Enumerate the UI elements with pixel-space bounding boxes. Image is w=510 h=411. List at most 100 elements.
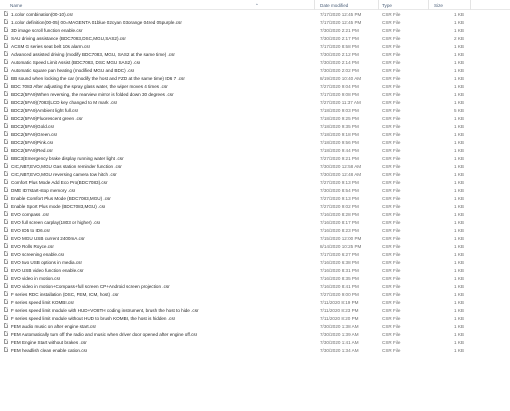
- file-date-modified: 7/30/2020 2:12 PM: [320, 51, 359, 57]
- file-type: CSR File: [382, 163, 401, 169]
- file-row[interactable]: F series speed limit KOMBI.csr 7/11/2020 …: [0, 298, 510, 306]
- file-icon: [4, 323, 8, 328]
- file-row[interactable]: Automatic Speed Limit Assist (BDC7083, D…: [0, 58, 510, 66]
- file-type: CSR File: [382, 171, 401, 177]
- file-row[interactable]: FEM Engine Start without brakes .csr 7/30…: [0, 338, 510, 346]
- file-size: 1 KB: [454, 339, 464, 345]
- file-icon: [4, 187, 8, 192]
- file-type: CSR File: [382, 123, 401, 129]
- file-row[interactable]: BDC2(5FA9)Gold.csr 7/18/2020 9:35 PM CSR F…: [0, 122, 510, 130]
- file-row[interactable]: 1.color combination(00-10).csr 7/17/2020 …: [0, 10, 510, 18]
- file-row[interactable]: BDC2(5FA9)When reversing, the rearview m…: [0, 90, 510, 98]
- file-row[interactable]: FEM Automatically turn off the radio and…: [0, 330, 510, 338]
- file-row[interactable]: EVO video in motion+Compass+full screen …: [0, 282, 510, 290]
- file-row[interactable]: Comfort Plus Mode Add Eco Pro(BDC7083).c…: [0, 178, 510, 186]
- file-icon: [4, 227, 8, 232]
- file-row[interactable]: CIC,NBT,EVO,MGU reversing camera tow hit…: [0, 170, 510, 178]
- file-row[interactable]: 1.color definition(00-05) 00=MAGENTA 01b…: [0, 18, 510, 26]
- file-row[interactable]: F series RDC installation (DSC, FEM, ICM…: [0, 290, 510, 298]
- file-type: CSR File: [382, 115, 401, 121]
- file-type: CSR File: [382, 147, 401, 153]
- file-type: CSR File: [382, 83, 401, 89]
- file-row[interactable]: F series speed limit module without HUD …: [0, 314, 510, 322]
- file-name: CIC,NBT,EVO,MGU reversing camera tow hit…: [11, 171, 117, 177]
- file-row[interactable]: BBC3(Emergency brake display running wat…: [0, 154, 510, 162]
- file-icon: [4, 243, 8, 248]
- file-row[interactable]: BDC2(5FA9)Red.csr 7/18/2020 9:44 PM CSR Fi…: [0, 146, 510, 154]
- file-row[interactable]: SAU driving assistance (BDC7083,DSC,MGU,…: [0, 34, 510, 42]
- file-row[interactable]: F series speed limit module with HUD+VO8…: [0, 306, 510, 314]
- file-date-modified: 7/17/2020 6:27 PM: [320, 251, 359, 257]
- column-header-name[interactable]: Name: [10, 3, 22, 8]
- file-date-modified: 7/11/2020 8:19 PM: [320, 299, 359, 305]
- file-row[interactable]: BDC2(5FA9)Green.csr 7/18/2020 9:18 PM CSR …: [0, 130, 510, 138]
- file-size: 1 KB: [454, 291, 464, 297]
- file-row[interactable]: BDC2(5FA9)Ambient light full.csr 7/18/202…: [0, 106, 510, 114]
- file-icon: [4, 339, 8, 344]
- file-row[interactable]: Automatic square pan heating (modified M…: [0, 66, 510, 74]
- file-row[interactable]: BDC2(5FA9)Fluorescent green .csr 7/18/202…: [0, 114, 510, 122]
- file-row[interactable]: BDC2(5FA9)(7083)LCD key changed to M mar…: [0, 98, 510, 106]
- file-row[interactable]: DME ID7start-stop memory .csr 7/30/2020 8…: [0, 186, 510, 194]
- file-date-modified: 7/17/2020 12:45 PM: [320, 19, 362, 25]
- column-divider[interactable]: [428, 0, 429, 10]
- file-row[interactable]: EVO two USB options in media.csr 7/16/202…: [0, 258, 510, 266]
- file-row[interactable]: BB sound when locking the car (modify th…: [0, 74, 510, 82]
- file-date-modified: 7/17/2020 8:58 PM: [320, 43, 359, 49]
- chevron-up-icon[interactable]: ⌃: [255, 3, 259, 9]
- file-date-modified: 7/27/2020 9:13 PM: [320, 179, 359, 185]
- file-type: CSR File: [382, 43, 401, 49]
- column-divider[interactable]: [470, 0, 471, 10]
- file-size: 1 KB: [454, 203, 464, 209]
- column-header-date-modified[interactable]: Date modified: [320, 3, 348, 8]
- file-size: 1 KB: [454, 267, 464, 273]
- file-type: CSR File: [382, 339, 401, 345]
- file-row[interactable]: EVO MGU USB current 2400mA.csr 7/15/2020 …: [0, 234, 510, 242]
- column-divider[interactable]: [314, 0, 315, 10]
- file-type: CSR File: [382, 347, 401, 353]
- file-icon: [4, 27, 8, 32]
- file-row[interactable]: ACSM G series seat belt 10s alarm.csr 7/1…: [0, 42, 510, 50]
- file-row[interactable]: BDC2(5FA9)Pink.csr 7/18/2020 9:56 PM CSR F…: [0, 138, 510, 146]
- file-icon: [4, 123, 8, 128]
- file-date-modified: 7/30/2020 2:21 PM: [320, 27, 359, 33]
- file-type: CSR File: [382, 19, 401, 25]
- column-header-size[interactable]: Size: [434, 3, 443, 8]
- file-row[interactable]: EVO USB video function enable.csr 7/16/20…: [0, 266, 510, 274]
- file-type: CSR File: [382, 187, 401, 193]
- file-name: BDC2(5FA9)(7083)LCD key changed to M mar…: [11, 99, 118, 105]
- file-size: 1 KB: [454, 307, 464, 313]
- file-icon: [4, 195, 8, 200]
- file-icon: [4, 155, 8, 160]
- column-header-type[interactable]: Type: [382, 3, 392, 8]
- file-date-modified: 7/30/2020 1:41 AM: [320, 339, 359, 345]
- file-icon: [4, 179, 8, 184]
- file-row[interactable]: Enable Comfort Plus Mode (BDC7083,MGU) .…: [0, 194, 510, 202]
- file-type: CSR File: [382, 179, 401, 185]
- file-size: 1 KB: [454, 187, 464, 193]
- file-row[interactable]: EVO video in motion.csr 7/16/2020 8:35 PM…: [0, 274, 510, 282]
- file-row[interactable]: EVO screening enable.csr 7/17/2020 6:27 P…: [0, 250, 510, 258]
- file-row[interactable]: 3D image scroll function enable.csr 7/30/…: [0, 26, 510, 34]
- file-icon: [4, 299, 8, 304]
- file-size: 1 KB: [454, 75, 464, 81]
- file-name: EVO screening enable.csr: [11, 251, 65, 257]
- file-row[interactable]: CIC,NBT,EVO,MGU Gas station reminder fun…: [0, 162, 510, 170]
- file-icon: [4, 139, 8, 144]
- file-row[interactable]: FEM audio music on after engine start.cs…: [0, 322, 510, 330]
- file-row[interactable]: Advanced assisted driving (modify BDC708…: [0, 50, 510, 58]
- file-name: Automatic square pan heating (modified M…: [11, 67, 135, 73]
- file-row[interactable]: FEM headlish clean enable cation.csr 7/30…: [0, 346, 510, 354]
- file-row[interactable]: EVO Rolls Royce.csr 8/14/2020 10:25 PM CSR…: [0, 242, 510, 250]
- file-icon: [4, 171, 8, 176]
- file-row[interactable]: BDC 7083 After adjusting the spray glass…: [0, 82, 510, 90]
- file-type: CSR File: [382, 227, 401, 233]
- file-date-modified: 7/27/2020 11:37 AM: [320, 99, 361, 105]
- file-row[interactable]: EVO ID5 to ID6.csr 7/16/2020 8:23 PM CSR F…: [0, 226, 510, 234]
- file-row[interactable]: EVO compass .csr 7/16/2020 8:28 PM CSR Fil…: [0, 210, 510, 218]
- column-divider[interactable]: [378, 0, 379, 10]
- file-date-modified: 7/30/2020 2:17 PM: [320, 35, 359, 41]
- file-row[interactable]: Enable Sport Plus mode (BDC7083,MGU) .cs…: [0, 202, 510, 210]
- file-type: CSR File: [382, 291, 401, 297]
- file-row[interactable]: EVO full screen carplay(1803 or higher) …: [0, 218, 510, 226]
